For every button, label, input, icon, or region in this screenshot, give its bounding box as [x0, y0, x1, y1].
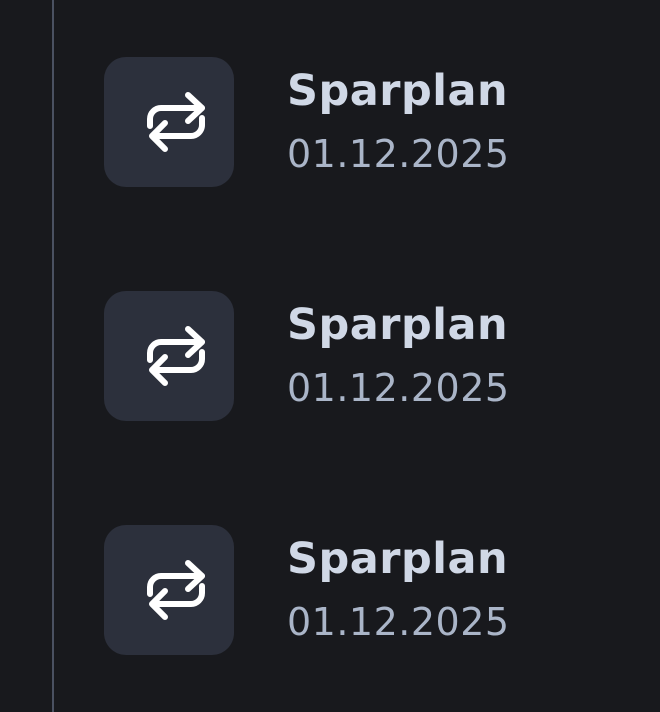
transaction-date: 01.12.2025: [287, 132, 510, 176]
transaction-text: Sparplan 01.12.2025: [287, 65, 510, 177]
repeat-icon: [126, 313, 212, 399]
timeline-line: [52, 0, 54, 712]
repeat-icon: [126, 547, 212, 633]
transaction-title: Sparplan: [287, 534, 509, 584]
transaction-icon-tile: [104, 291, 234, 421]
transaction-icon-tile: [104, 525, 234, 655]
transaction-title: Sparplan: [287, 66, 509, 116]
transaction-date: 01.12.2025: [287, 600, 510, 644]
transaction-icon-tile: [104, 57, 234, 187]
transaction-date: 01.12.2025: [287, 366, 510, 410]
repeat-icon: [126, 79, 212, 165]
transaction-title: Sparplan: [287, 300, 509, 350]
transaction-text: Sparplan 01.12.2025: [287, 299, 510, 411]
transaction-text: Sparplan 01.12.2025: [287, 533, 510, 645]
